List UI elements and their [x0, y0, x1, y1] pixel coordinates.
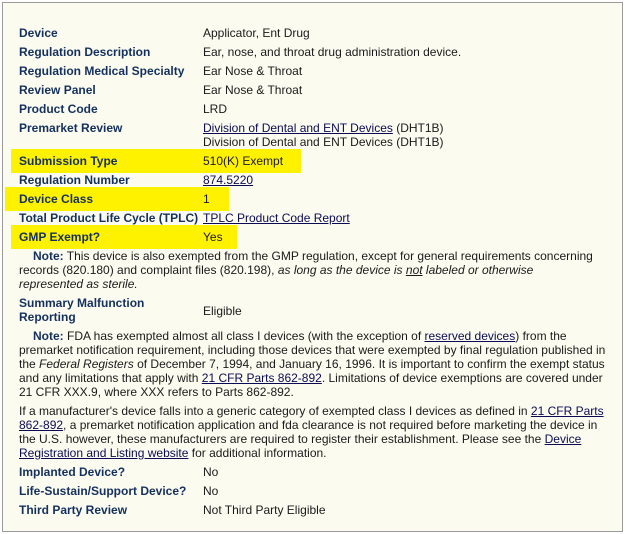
regulation-number-label: Regulation Number	[19, 173, 130, 187]
tplc-label: Total Product Life Cycle (TPLC)	[19, 211, 199, 225]
generic-category-note: If a manufacturer's device falls into a …	[19, 404, 611, 460]
premarket-review-label: Premarket Review	[19, 121, 123, 135]
implanted-label: Implanted Device?	[19, 465, 126, 479]
gmp-note-not: not	[405, 263, 423, 277]
generic-note-text-3: for additional information.	[188, 446, 327, 460]
regulation-description-value: Ear, nose, and throat drug administratio…	[203, 45, 462, 59]
device-classification-panel: Device Applicator, Ent Drug Regulation D…	[2, 2, 623, 532]
review-panel-value: Ear Nose & Throat	[203, 83, 303, 97]
premarket-review-line2: Division of Dental and ENT Devices (DHT1…	[203, 135, 444, 149]
fda-exemption-note: Note: FDA has exempted almost all class …	[19, 329, 609, 399]
cfr-parts-link-1[interactable]: 21 CFR Parts 862-892	[202, 371, 322, 385]
submission-type-label: Submission Type	[19, 154, 118, 168]
device-value: Applicator, Ent Drug	[203, 26, 310, 40]
third-party-label: Third Party Review	[19, 503, 128, 517]
reserved-devices-link[interactable]: reserved devices	[425, 329, 516, 343]
submission-type-value: 510(K) Exempt	[203, 154, 284, 168]
generic-note-text-1: If a manufacturer's device falls into a …	[19, 404, 531, 418]
life-sustain-value: No	[203, 484, 219, 498]
device-class-label: Device Class	[19, 192, 94, 206]
regulation-description-label: Regulation Description	[19, 45, 151, 59]
summary-malfunction-label-2: Reporting	[19, 310, 76, 324]
implanted-value: No	[203, 465, 219, 479]
summary-malfunction-value: Eligible	[203, 304, 242, 318]
fda-note-federal-registers: Federal Registers	[39, 357, 134, 371]
summary-malfunction-label-1: Summary Malfunction	[19, 296, 145, 310]
tplc-report-link[interactable]: TPLC Product Code Report	[203, 211, 350, 225]
gmp-note-prefix: Note:	[33, 249, 64, 263]
third-party-value: Not Third Party Eligible	[203, 503, 326, 517]
medical-specialty-label: Regulation Medical Specialty	[19, 64, 185, 78]
premarket-review-suffix: (DHT1B)	[392, 121, 444, 135]
device-label: Device	[19, 26, 58, 40]
product-code-label: Product Code	[19, 102, 98, 116]
premarket-review-line1: Division of Dental and ENT Devices (DHT1…	[203, 121, 444, 135]
product-code-value: LRD	[203, 102, 228, 116]
premarket-review-link[interactable]: Division of Dental and ENT Devices	[203, 121, 393, 135]
gmp-note: Note: This device is also exempted from …	[19, 249, 597, 291]
device-class-value: 1	[203, 192, 210, 206]
regulation-number-link[interactable]: 874.5220	[203, 173, 253, 187]
life-sustain-label: Life-Sustain/Support Device?	[19, 484, 187, 498]
fda-note-prefix: Note:	[33, 329, 64, 343]
gmp-note-italic: as long as the device is	[277, 263, 406, 277]
gmp-exempt-label: GMP Exempt?	[19, 230, 101, 244]
review-panel-label: Review Panel	[19, 83, 96, 97]
medical-specialty-value: Ear Nose & Throat	[203, 64, 303, 78]
gmp-exempt-value: Yes	[203, 230, 223, 244]
generic-note-text-2: , a premarket notification application a…	[19, 418, 598, 446]
fda-note-text-1: FDA has exempted almost all class I devi…	[63, 329, 425, 343]
